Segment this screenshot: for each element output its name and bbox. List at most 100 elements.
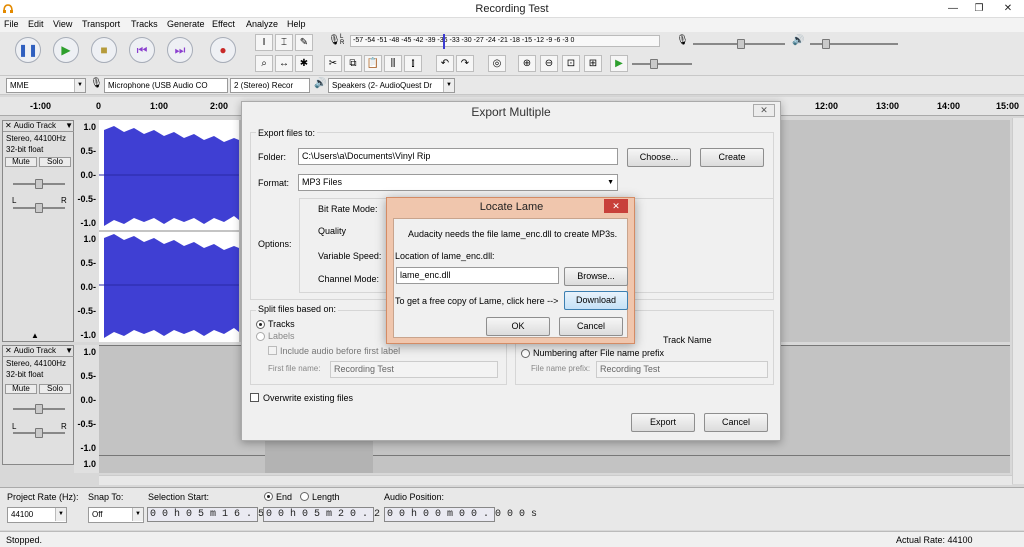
record-meter[interactable]: -57 -54 -51 -48 -45 -42 -39 -36 -33 -30 … <box>350 35 660 47</box>
playback-device-select[interactable]: Speakers (2- AudioQuest Dr ▼ <box>328 78 455 93</box>
chevron-down-icon[interactable]: ▼ <box>65 346 73 356</box>
multi-tool-icon[interactable]: ✱ <box>295 55 313 72</box>
restore-icon[interactable]: ❐ <box>966 0 992 17</box>
menu-analyze[interactable]: Analyze <box>246 19 278 29</box>
vertical-scrollbar[interactable] <box>1012 118 1024 484</box>
lame-close-button[interactable]: ✕ <box>604 199 628 213</box>
mute-button[interactable]: Mute <box>5 157 37 167</box>
scale-label: 0.0- <box>80 282 96 292</box>
first-file-name-input[interactable]: Recording Test <box>330 361 498 378</box>
lame-ok-button[interactable]: OK <box>486 317 550 336</box>
stop-button[interactable]: ■ <box>91 37 117 63</box>
numbering-radio[interactable] <box>521 349 530 358</box>
menu-generate[interactable]: Generate <box>167 19 205 29</box>
solo-button[interactable]: Solo <box>39 384 71 394</box>
undo-icon[interactable]: ↶ <box>436 55 454 72</box>
zoom-out-icon[interactable]: ⊖ <box>540 55 558 72</box>
skip-end-button[interactable]: ⏭ <box>167 37 193 63</box>
lame-free-copy-text: To get a free copy of Lame, click here -… <box>395 296 559 306</box>
gain-slider[interactable] <box>13 404 65 414</box>
track-name[interactable]: Audio Track <box>14 121 56 130</box>
pan-slider[interactable] <box>13 203 65 213</box>
skip-start-button[interactable]: ⏮ <box>129 37 155 63</box>
collapse-icon[interactable]: ▲ <box>31 331 39 340</box>
solo-button[interactable]: Solo <box>39 157 71 167</box>
close-icon[interactable]: ✕ <box>3 346 14 355</box>
menu-tracks[interactable]: Tracks <box>131 19 158 29</box>
play-speed-slider[interactable] <box>632 59 692 69</box>
menu-transport[interactable]: Transport <box>82 19 120 29</box>
length-radio[interactable] <box>300 492 309 501</box>
redo-icon[interactable]: ↷ <box>456 55 474 72</box>
paste-icon[interactable]: 📋 <box>364 55 382 72</box>
folder-input[interactable]: C:\Users\a\Documents\Vinyl Rip <box>298 148 618 165</box>
tracks-radio[interactable] <box>256 320 265 329</box>
menu-file[interactable]: File <box>4 19 19 29</box>
download-button[interactable]: Download <box>564 291 628 310</box>
lame-cancel-button[interactable]: Cancel <box>559 317 623 336</box>
channels-select[interactable]: 2 (Stereo) Recor <box>230 78 310 93</box>
skip-end-icon: ⏭ <box>174 43 186 57</box>
silence-icon[interactable]: ⫾ <box>404 55 422 72</box>
trim-icon[interactable]: ⫼ <box>384 55 402 72</box>
end-radio[interactable] <box>264 492 273 501</box>
track-format: Stereo, 44100Hz <box>6 359 67 368</box>
play-button[interactable]: ▶ <box>53 37 79 63</box>
menu-effect[interactable]: Effect <box>212 19 235 29</box>
track-control-panel[interactable]: ✕ Audio Track ▼ Stereo, 44100Hz 32-bit flo… <box>2 345 75 465</box>
include-audio-checkbox[interactable] <box>268 346 277 355</box>
chevron-down-icon[interactable]: ▼ <box>65 121 73 131</box>
copy-icon[interactable]: ⧉ <box>344 55 362 72</box>
record-button[interactable]: ● <box>210 37 236 63</box>
choose-button[interactable]: Choose... <box>627 148 691 167</box>
pan-slider[interactable] <box>13 428 65 438</box>
browse-button[interactable]: Browse... <box>564 267 628 286</box>
track-name[interactable]: Audio Track <box>14 346 56 355</box>
track-bitdepth: 32-bit float <box>6 370 44 379</box>
selection-tool-icon[interactable]: I <box>255 34 273 51</box>
menu-help[interactable]: Help <box>287 19 306 29</box>
file-name-prefix-input[interactable]: Recording Test <box>596 361 768 378</box>
close-window-icon[interactable]: ✕ <box>992 0 1024 17</box>
export-button[interactable]: Export <box>631 413 695 432</box>
cut-icon[interactable]: ✂ <box>324 55 342 72</box>
fit-selection-icon[interactable]: ⊡ <box>562 55 580 72</box>
menu-view[interactable]: View <box>53 19 72 29</box>
zoom-tool-icon[interactable]: ⌕ <box>255 55 273 72</box>
create-button[interactable]: Create <box>700 148 764 167</box>
play-at-speed-icon[interactable]: ▶ <box>610 55 628 72</box>
sync-lock-icon[interactable]: ◎ <box>488 55 506 72</box>
dialog-close-button[interactable]: ✕ <box>753 104 775 117</box>
draw-tool-icon[interactable]: ✎ <box>295 34 313 51</box>
labels-radio[interactable] <box>256 332 265 341</box>
project-rate-select[interactable]: 44100 ▼ <box>7 507 67 523</box>
export-cancel-button[interactable]: Cancel <box>704 413 768 432</box>
scale-label: 0.0- <box>80 170 96 180</box>
timeshift-tool-icon[interactable]: ↔ <box>275 55 293 72</box>
selection-end-time[interactable]: 0 0 h 0 5 m 2 0 . 2 5 0 s <box>263 507 416 522</box>
audio-position-time[interactable]: 0 0 h 0 0 m 0 0 . 0 0 0 s <box>384 507 537 522</box>
pause-button[interactable]: ❚❚ <box>15 37 41 63</box>
menu-edit[interactable]: Edit <box>28 19 44 29</box>
overwrite-checkbox[interactable] <box>250 393 259 402</box>
speaker-volume-slider[interactable] <box>810 39 898 49</box>
ruler-tick: 2:00 <box>210 101 229 111</box>
mic-volume-slider[interactable] <box>693 39 785 49</box>
audio-host-select[interactable]: MME ▼ <box>6 78 86 93</box>
format-select[interactable]: MP3 Files ▼ <box>298 174 618 191</box>
mute-button[interactable]: Mute <box>5 384 37 394</box>
minimize-icon[interactable]: — <box>940 0 966 17</box>
lame-location-input[interactable]: lame_enc.dll <box>396 267 559 284</box>
fit-project-icon[interactable]: ⊞ <box>584 55 602 72</box>
horizontal-scrollbar[interactable] <box>99 475 1012 485</box>
record-meter-icon[interactable]: 🎙 <box>328 35 341 46</box>
envelope-tool-icon[interactable]: ⌶ <box>275 34 293 51</box>
gain-slider[interactable] <box>13 179 65 189</box>
zoom-in-icon[interactable]: ⊕ <box>518 55 536 72</box>
close-icon[interactable]: ✕ <box>3 121 14 130</box>
selection-start-time[interactable]: 0 0 h 0 5 m 1 6 . 5 3 4 s <box>147 507 300 522</box>
track-control-panel[interactable]: ✕ Audio Track ▼ Stereo, 44100Hz 32-bit flo… <box>2 120 75 342</box>
recording-device-select[interactable]: Microphone (USB Audio CO <box>104 78 228 93</box>
snap-to-select[interactable]: Off ▼ <box>88 507 144 523</box>
stop-icon: ■ <box>100 43 108 57</box>
